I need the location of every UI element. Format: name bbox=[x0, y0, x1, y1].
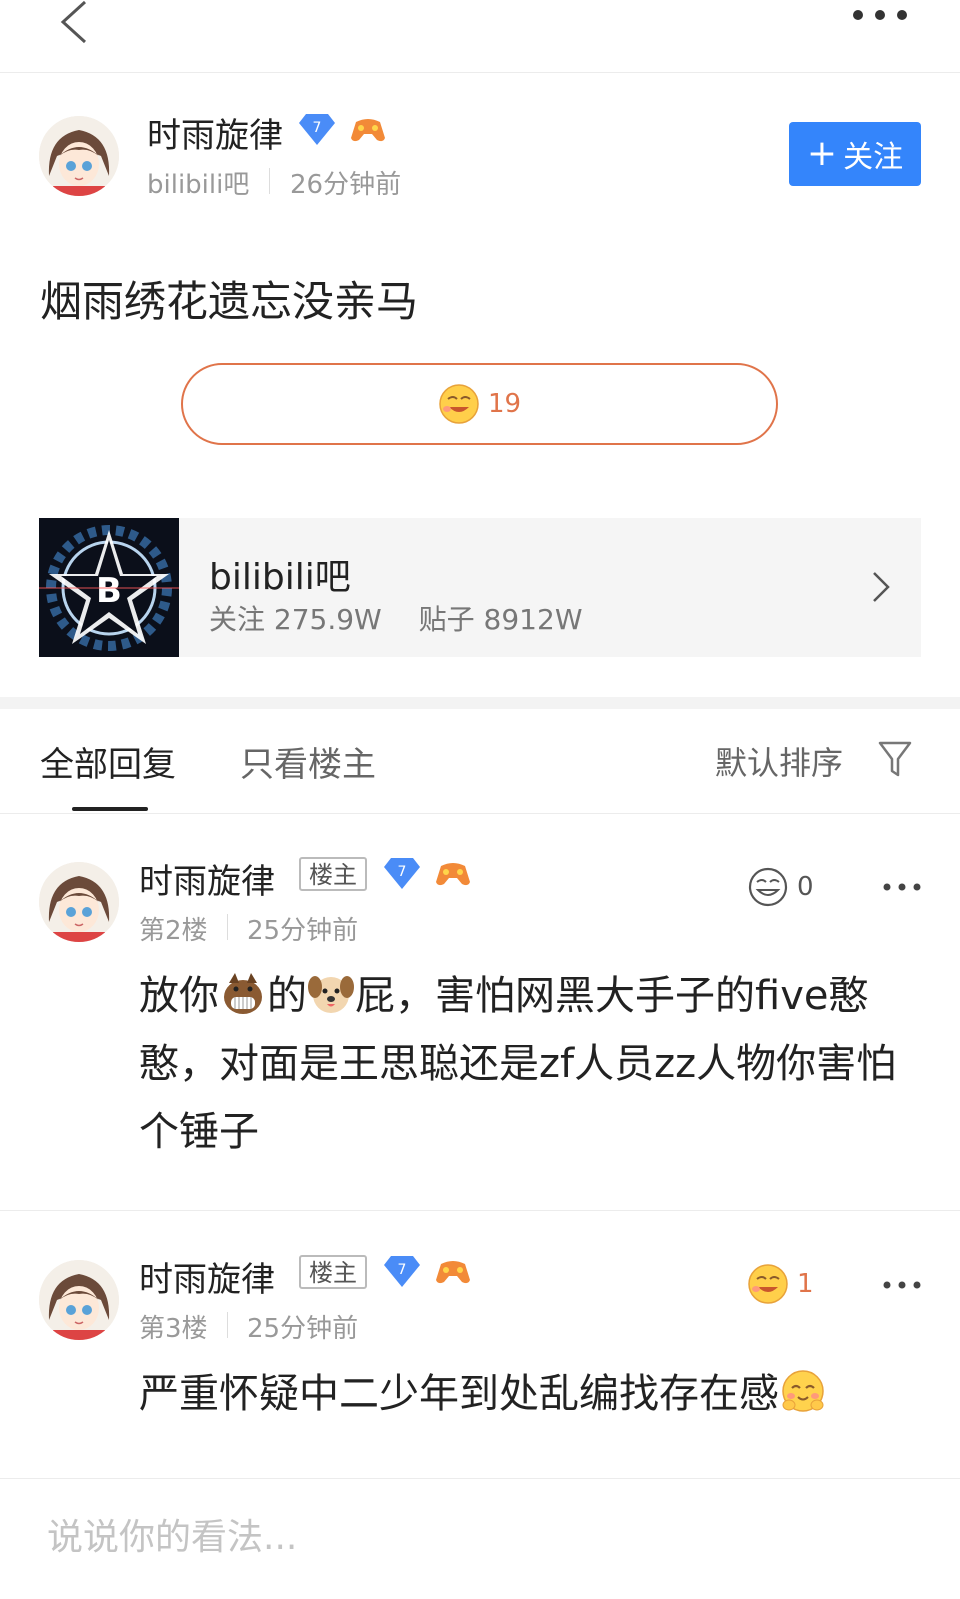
owner-badge: 楼主 bbox=[299, 1255, 367, 1289]
forum-card[interactable]: B bilibili吧 关注 275.9W 贴子 8912W bbox=[39, 518, 921, 657]
reply-like-button[interactable]: 0 bbox=[747, 866, 814, 908]
meta-separator bbox=[227, 914, 228, 940]
post-forum[interactable]: bilibili吧 bbox=[147, 164, 249, 201]
tabs-divider bbox=[0, 813, 960, 814]
active-tab-indicator bbox=[72, 807, 148, 811]
more-dots-icon[interactable] bbox=[850, 5, 910, 25]
laugh-emoji-outline-icon bbox=[748, 867, 788, 907]
gamepad-icon bbox=[436, 1261, 470, 1284]
author-avatar[interactable] bbox=[39, 116, 119, 196]
avatar-icon bbox=[39, 862, 119, 942]
post-time: 26分钟前 bbox=[290, 170, 402, 200]
level-badge-icon: 7 bbox=[384, 1256, 420, 1287]
chevron-left-icon[interactable] bbox=[55, 0, 95, 44]
reply-text-part: 严重怀疑中二少年到处乱编找存在感 bbox=[139, 1371, 779, 1417]
bilibili-star-logo-icon: B bbox=[39, 518, 179, 657]
reply-content: 严重怀疑中二少年到处乱编找存在感 bbox=[139, 1360, 929, 1428]
tab-all-replies[interactable]: 全部回复 bbox=[40, 737, 176, 786]
reply-content: 放你 的 屁，害怕网黑大手子的five憨憨，对面是王思聪还是zf人员zz人物你害… bbox=[139, 962, 929, 1166]
svg-text:7: 7 bbox=[313, 120, 322, 136]
tab-owner-only[interactable]: 只看楼主 bbox=[240, 737, 376, 786]
author-name[interactable]: 时雨旋律 bbox=[147, 108, 283, 157]
forum-stats: 关注 275.9W 贴子 8912W bbox=[209, 598, 583, 638]
horse-emoji-icon bbox=[224, 973, 262, 1014]
reply-time: 25分钟前 bbox=[247, 1314, 359, 1344]
section-divider bbox=[0, 697, 960, 709]
avatar-icon bbox=[39, 1260, 119, 1340]
reaction-count: 19 bbox=[487, 389, 522, 419]
gamepad-icon bbox=[351, 119, 385, 142]
more-dots-icon[interactable] bbox=[882, 1278, 922, 1292]
sort-dropdown[interactable]: 默认排序 bbox=[715, 738, 843, 784]
gamepad-icon bbox=[436, 863, 470, 886]
reply-divider bbox=[0, 1210, 960, 1211]
reply-avatar[interactable] bbox=[39, 862, 119, 942]
forum-posts: 贴子 8912W bbox=[418, 603, 583, 636]
reply-text-part: 放你 bbox=[139, 973, 219, 1019]
reply-author-name[interactable]: 时雨旋律 bbox=[139, 1252, 275, 1301]
avatar-icon bbox=[39, 116, 119, 196]
reply-avatar[interactable] bbox=[39, 1260, 119, 1340]
level-badge-icon: 7 bbox=[384, 858, 420, 889]
chevron-right-icon bbox=[873, 572, 890, 602]
svg-text:B: B bbox=[96, 571, 122, 611]
follow-label: 关注 bbox=[843, 140, 904, 175]
laugh-emoji-icon bbox=[439, 384, 479, 424]
meta-separator bbox=[227, 1312, 228, 1338]
topbar-divider bbox=[0, 72, 960, 73]
meta-separator bbox=[269, 168, 270, 194]
svg-text:7: 7 bbox=[398, 864, 407, 880]
filter-icon[interactable] bbox=[877, 739, 913, 779]
more-dots-icon[interactable] bbox=[882, 880, 922, 894]
comment-input[interactable] bbox=[47, 1517, 847, 1558]
blush-emoji-icon bbox=[782, 1370, 824, 1412]
reply-text-part: 的 bbox=[267, 973, 307, 1019]
forum-logo: B bbox=[39, 518, 179, 657]
laugh-emoji-icon bbox=[748, 1264, 788, 1304]
reply-like-count: 1 bbox=[797, 1269, 814, 1299]
follow-button[interactable]: + 关注 bbox=[789, 122, 921, 186]
reply-floor: 第3楼 bbox=[139, 1314, 208, 1344]
forum-followers: 关注 275.9W bbox=[209, 603, 382, 636]
plus-icon: + bbox=[806, 133, 838, 174]
forum-name: bilibili吧 bbox=[209, 557, 351, 598]
reaction-button[interactable]: 19 bbox=[181, 363, 778, 445]
reply-author-name[interactable]: 时雨旋律 bbox=[139, 854, 275, 903]
dog-emoji-icon bbox=[308, 976, 354, 1013]
reply-floor: 第2楼 bbox=[139, 916, 208, 946]
level-badge-icon: 7 bbox=[299, 114, 335, 145]
post-content: 烟雨绣花遗忘没亲马 bbox=[40, 277, 419, 326]
reply-like-count: 0 bbox=[797, 872, 814, 902]
owner-badge: 楼主 bbox=[299, 857, 367, 891]
svg-text:7: 7 bbox=[398, 1262, 407, 1278]
reply-like-button[interactable]: 1 bbox=[747, 1263, 814, 1305]
reply-time: 25分钟前 bbox=[247, 916, 359, 946]
